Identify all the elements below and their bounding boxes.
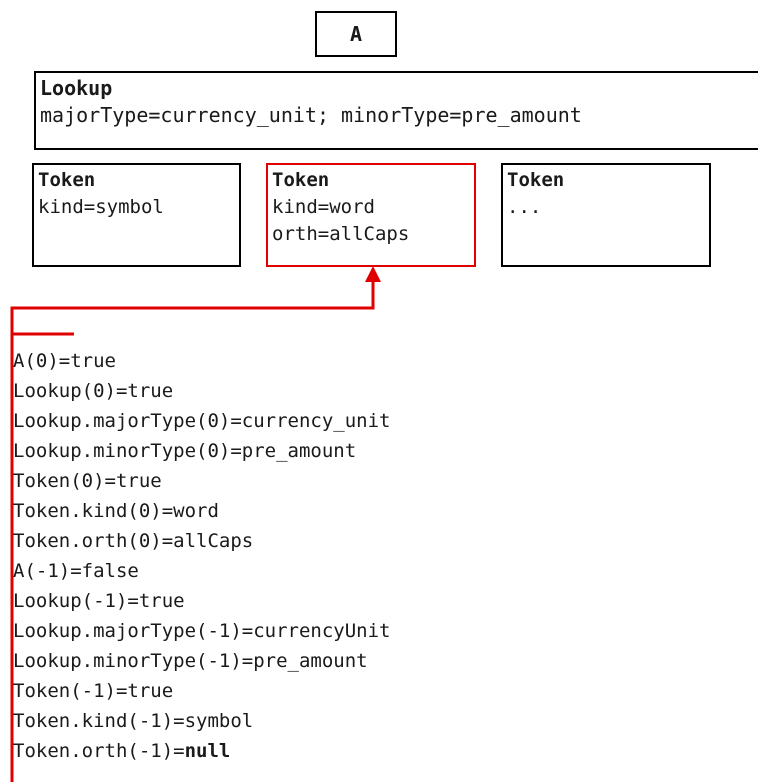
feature-item: Token.orth(0)=allCaps xyxy=(13,526,391,556)
feature-value: allCaps xyxy=(173,530,254,552)
feature-item: Token.orth(-1)=null xyxy=(13,736,391,766)
feature-item: Token(0)=true xyxy=(13,466,391,496)
feature-name: Lookup.majorType(-1)= xyxy=(13,620,254,642)
feature-value: currency_unit xyxy=(241,410,391,432)
feature-item: A(-1)=false xyxy=(13,556,391,586)
feature-name: Token.kind(0)= xyxy=(13,500,174,522)
feature-name: Lookup.majorType(0)= xyxy=(13,410,242,432)
feature-name: Lookup(-1)= xyxy=(13,590,139,612)
feature-item: Lookup.minorType(-1)=pre_amount xyxy=(13,646,391,676)
feature-value: false xyxy=(81,560,139,582)
feature-item: Lookup.majorType(-1)=currencyUnit xyxy=(13,616,391,646)
feature-name: A(-1)= xyxy=(13,560,82,582)
feature-item: Token(-1)=true xyxy=(13,676,391,706)
feature-name: Token.kind(-1)= xyxy=(13,710,185,732)
feature-name: Token(0)= xyxy=(13,470,116,492)
feature-item: Lookup(0)=true xyxy=(13,376,391,406)
feature-value: true xyxy=(70,350,116,372)
feature-item: Lookup.majorType(0)=currency_unit xyxy=(13,406,391,436)
arrow-head-icon xyxy=(365,266,381,282)
feature-value: symbol xyxy=(184,710,254,732)
feature-item: Lookup(-1)=true xyxy=(13,586,391,616)
feature-value: true xyxy=(127,680,174,702)
feature-name: Token(-1)= xyxy=(13,680,128,702)
feature-name: Token.orth(-1)= xyxy=(13,740,185,762)
feature-value: true xyxy=(138,590,185,612)
feature-list: A(0)=true Lookup(0)=true Lookup.majorType(… xyxy=(13,346,391,766)
feature-value: word xyxy=(173,500,219,522)
feature-item: Lookup.minorType(0)=pre_amount xyxy=(13,436,391,466)
feature-value: pre_amount xyxy=(253,650,368,672)
feature-name: Token.orth(0)= xyxy=(13,530,174,552)
feature-item: A(0)=true xyxy=(13,346,391,376)
feature-name: A(0)= xyxy=(13,350,71,372)
feature-item: Token.kind(-1)=symbol xyxy=(13,706,391,736)
feature-item: Token.kind(0)=word xyxy=(13,496,391,526)
feature-value: currencyUnit xyxy=(253,620,391,642)
feature-name: Lookup.minorType(-1)= xyxy=(13,650,254,672)
feature-value: pre_amount xyxy=(241,440,357,462)
feature-value: true xyxy=(127,380,174,402)
feature-value: null xyxy=(184,740,231,762)
feature-name: Lookup(0)= xyxy=(13,380,128,402)
feature-name: Lookup.minorType(0)= xyxy=(13,440,242,462)
feature-value: true xyxy=(115,470,162,492)
